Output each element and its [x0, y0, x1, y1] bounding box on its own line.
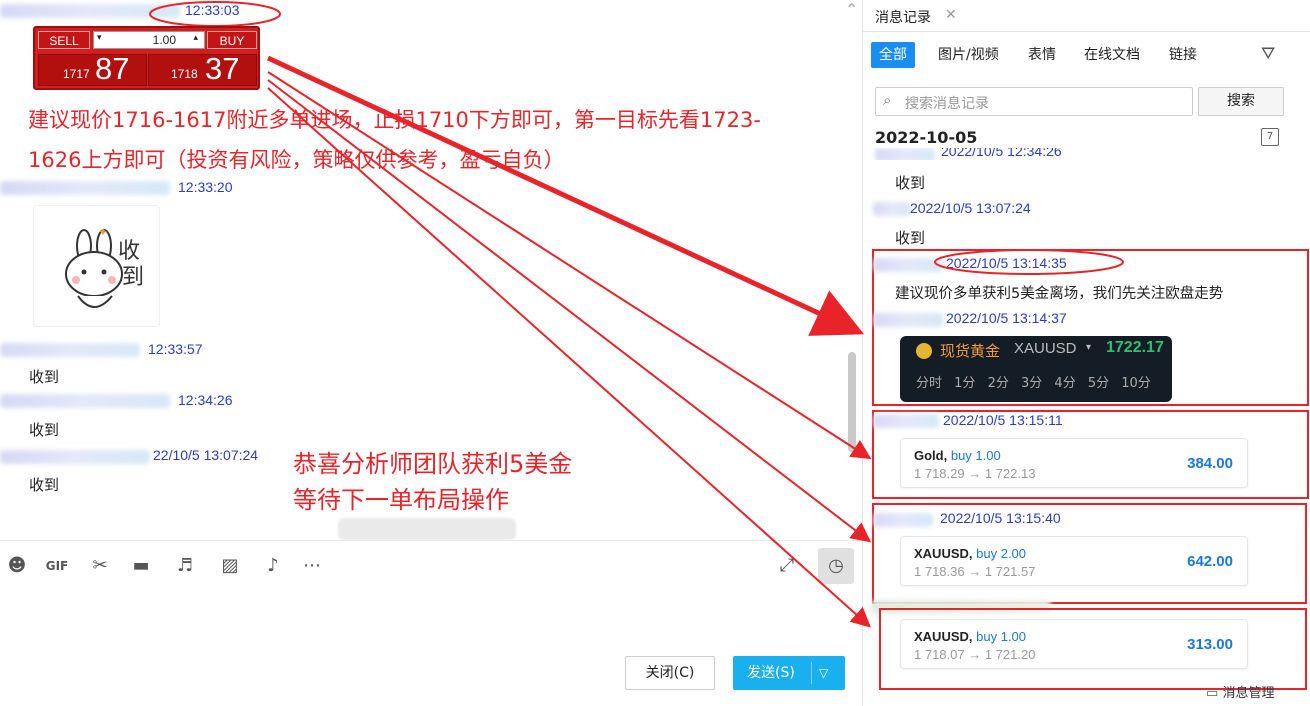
annotation-arrows — [266, 55, 872, 628]
arrow-to-trade-3 — [267, 87, 871, 628]
arrow-to-trade-1 — [267, 71, 872, 460]
arrow-to-trade-2 — [267, 79, 872, 543]
arrow-to-exit-message — [266, 55, 865, 336]
arrow-lines — [266, 55, 872, 628]
